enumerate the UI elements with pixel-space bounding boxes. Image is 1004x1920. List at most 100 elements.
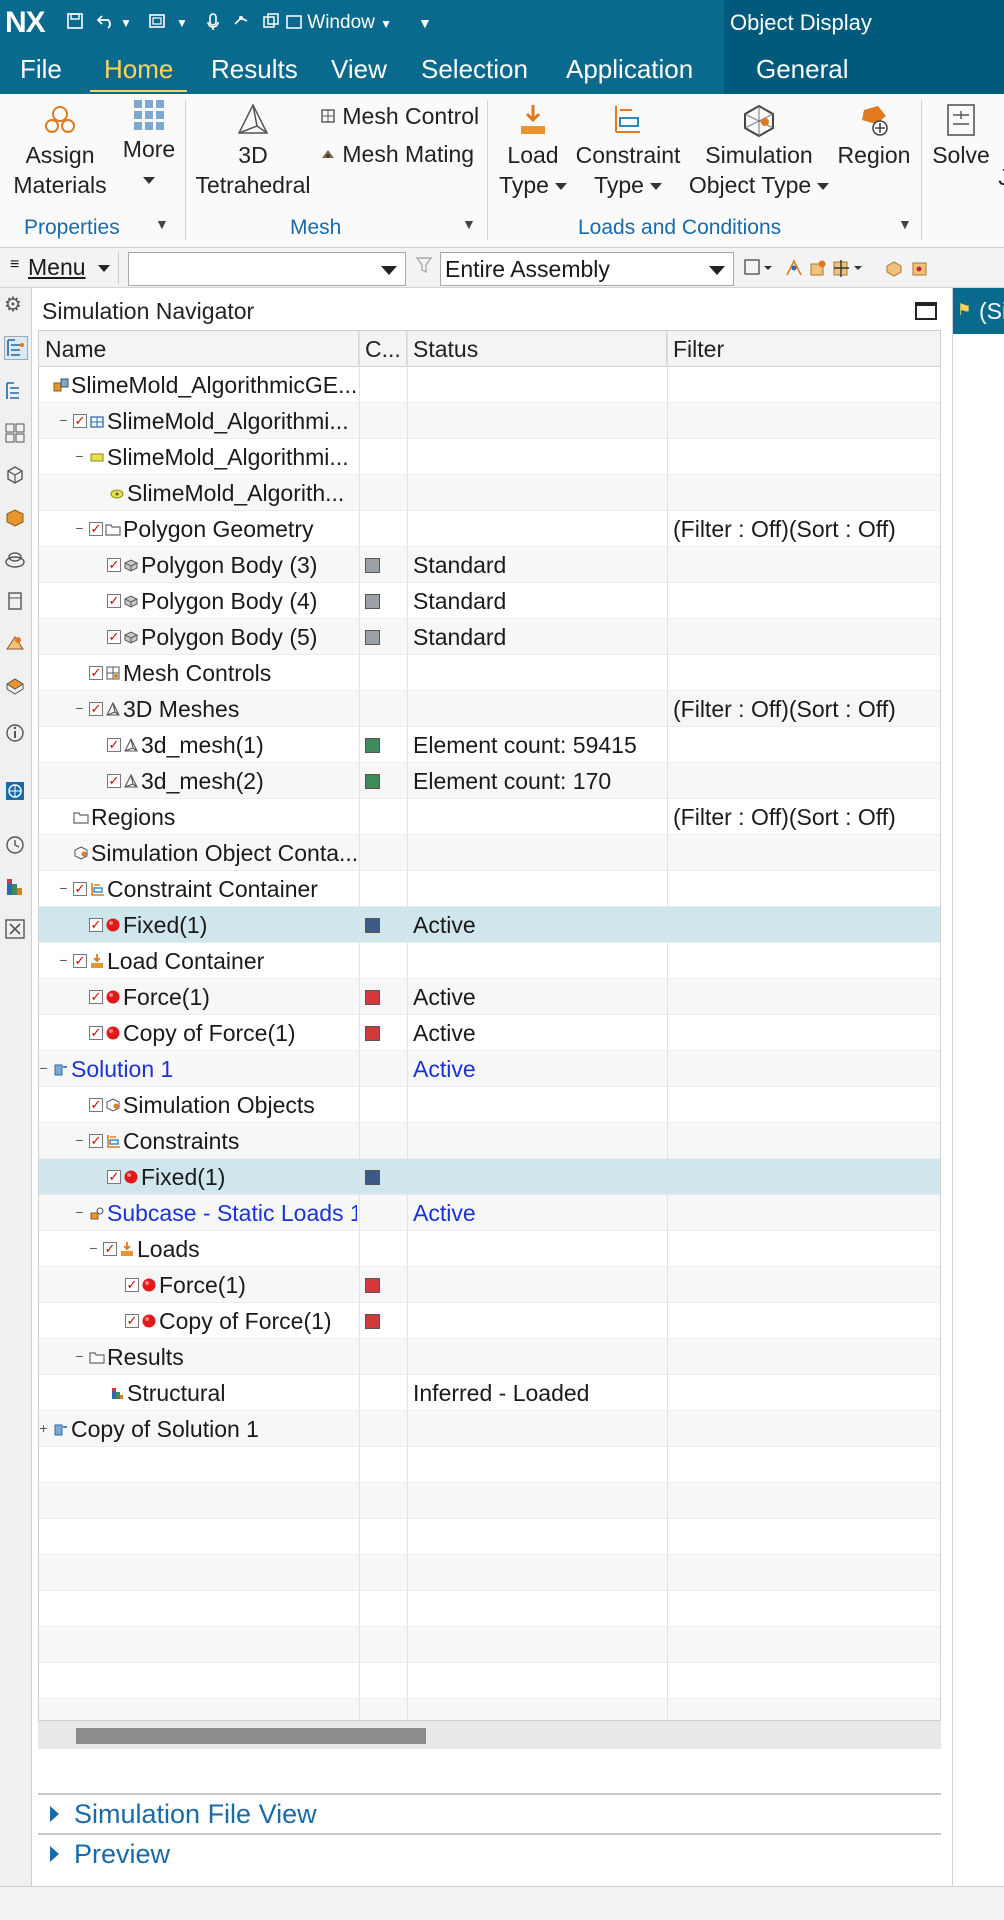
visibility-checkbox[interactable]: ✓	[89, 1026, 103, 1040]
display-color-swatch[interactable]	[365, 918, 380, 933]
tree-row-simulation-objects[interactable]: ✓ Simulation Objects	[39, 1087, 940, 1123]
tree-row-copy-of-solution-1[interactable]: + Copy of Solution 1	[39, 1411, 940, 1447]
display-color-swatch[interactable]	[365, 1314, 380, 1329]
display-color-swatch[interactable]	[365, 1278, 380, 1293]
tree-row-structural[interactable]: Structural Inferred - Loaded	[39, 1375, 940, 1411]
window-menu[interactable]: Window ▼	[286, 12, 392, 35]
resource-bar-settings-icon[interactable]: ⚙	[4, 292, 28, 316]
roles-icon[interactable]	[4, 918, 28, 942]
collapse-icon[interactable]: −	[73, 449, 86, 463]
display-color-swatch[interactable]	[365, 630, 380, 645]
graphics-tab-header[interactable]: ⚑ (Si	[953, 288, 1004, 334]
display-color-swatch[interactable]	[365, 1170, 380, 1185]
visibility-checkbox[interactable]: ✓	[73, 954, 87, 968]
mesh-control-button[interactable]: Mesh Control	[320, 102, 479, 130]
tab-selection[interactable]: Selection	[421, 54, 528, 84]
visibility-checkbox[interactable]: ✓	[107, 594, 121, 608]
region-button[interactable]: Region	[832, 102, 916, 170]
type-filter-combo[interactable]	[128, 252, 406, 286]
tree-row-force-1[interactable]: ✓ Force(1)	[39, 1267, 940, 1303]
tree-row-results[interactable]: − Results	[39, 1339, 940, 1375]
tab-results[interactable]: Results	[211, 54, 298, 84]
customize-quick-access-icon[interactable]: ▼	[418, 12, 432, 34]
display-color-swatch[interactable]	[365, 990, 380, 1005]
select-face-icon[interactable]	[832, 258, 864, 283]
collapse-icon[interactable]: −	[57, 881, 70, 895]
tree-row-constraints[interactable]: − ✓ Constraints	[39, 1123, 940, 1159]
loads-group-expand-icon[interactable]: ▼	[898, 216, 912, 232]
visibility-checkbox[interactable]: ✓	[89, 918, 103, 932]
visibility-checkbox[interactable]: ✓	[107, 558, 121, 572]
tree-row-constraint-container[interactable]: − ✓ Constraint Container	[39, 871, 940, 907]
display-color-swatch[interactable]	[365, 558, 380, 573]
touch-mode-icon[interactable]	[232, 12, 250, 36]
collapse-icon[interactable]: −	[73, 521, 86, 535]
visibility-checkbox[interactable]: ✓	[73, 414, 87, 428]
solve-button[interactable]: Solve J	[928, 102, 1004, 190]
column-header-color[interactable]: C...	[359, 331, 407, 367]
reuse-library-icon[interactable]	[4, 464, 28, 488]
tree-row-polygon-body-4[interactable]: ✓ Polygon Body (4) Standard	[39, 583, 940, 619]
column-header-status[interactable]: Status	[407, 331, 667, 367]
tab-application[interactable]: Application	[566, 54, 693, 84]
mesh-group-expand-icon[interactable]: ▼	[462, 216, 476, 232]
load-type-button[interactable]: Load Type	[492, 102, 574, 200]
simulation-file-view-section[interactable]: Simulation File View	[38, 1793, 941, 1831]
part-navigator-icon[interactable]	[4, 380, 28, 404]
display-color-swatch[interactable]	[365, 738, 380, 753]
tree-row-load-container[interactable]: − ✓ Load Container	[39, 943, 940, 979]
collapse-icon[interactable]: −	[73, 701, 86, 715]
tab-home[interactable]: Home	[89, 54, 188, 92]
visibility-checkbox[interactable]: ✓	[103, 1242, 117, 1256]
window-switch-icon[interactable]	[262, 12, 280, 36]
scrollbar-thumb[interactable]	[76, 1728, 426, 1744]
history-clock-icon[interactable]	[4, 834, 28, 858]
display-mode-icon[interactable]	[148, 12, 166, 36]
snap-settings-icon[interactable]	[910, 258, 930, 283]
display-dropdown-icon[interactable]: ▼	[176, 12, 188, 34]
tree-row-force-1[interactable]: ✓ Force(1) Active	[39, 979, 940, 1015]
visibility-checkbox[interactable]: ✓	[107, 1170, 121, 1184]
tree-row-fixed-1[interactable]: ✓ Fixed(1)	[39, 1159, 940, 1195]
collapse-icon[interactable]: −	[57, 953, 70, 967]
simulation-object-type-button[interactable]: Simulation Object Type	[684, 102, 834, 200]
system-materials-icon[interactable]	[4, 674, 28, 698]
tree-row-copy-of-force-1[interactable]: ✓ Copy of Force(1) Active	[39, 1015, 940, 1051]
collapse-icon[interactable]: −	[39, 1061, 50, 1075]
tree-row-slimemold-algorithmicge[interactable]: SlimeMold_AlgorithmicGE...	[39, 367, 940, 403]
graphics-window-tab[interactable]: ⚑ (Si	[952, 288, 1004, 1888]
post-processing-navigator-icon[interactable]	[4, 632, 28, 656]
tree-row-loads[interactable]: − ✓ Loads	[39, 1231, 940, 1267]
history-icon[interactable]	[4, 548, 28, 572]
tree-row-3d-mesh-2[interactable]: ✓ 3d_mesh(2) Element count: 170	[39, 763, 940, 799]
select-body-icon[interactable]	[808, 258, 828, 283]
visibility-checkbox[interactable]: ✓	[89, 522, 103, 536]
tree-row-fixed-1[interactable]: ✓ Fixed(1) Active	[39, 907, 940, 943]
microphone-icon[interactable]	[206, 12, 220, 38]
snap-point-icon[interactable]	[784, 258, 804, 283]
horizontal-scrollbar[interactable]	[38, 1721, 941, 1749]
tree-row-polygon-body-3[interactable]: ✓ Polygon Body (3) Standard	[39, 547, 940, 583]
visibility-checkbox[interactable]: ✓	[89, 702, 103, 716]
maximize-panel-icon[interactable]	[915, 302, 937, 320]
collapse-icon[interactable]: −	[73, 1133, 86, 1147]
tree-row-regions[interactable]: Regions (Filter : Off)(Sort : Off)	[39, 799, 940, 835]
material-library-icon[interactable]	[4, 506, 28, 530]
sensor-navigator-icon[interactable]	[4, 590, 28, 614]
info-window-icon[interactable]	[4, 722, 28, 746]
undo-icon[interactable]	[96, 12, 116, 36]
collapse-icon[interactable]: −	[73, 1349, 86, 1363]
visibility-checkbox[interactable]: ✓	[107, 630, 121, 644]
tree-row-3d-meshes[interactable]: − ✓ 3D Meshes (Filter : Off)(Sort : Off)	[39, 691, 940, 727]
color-palette-icon[interactable]	[4, 876, 28, 900]
visibility-checkbox[interactable]: ✓	[89, 666, 103, 680]
tetrahedral-mesh-button[interactable]: 3D Tetrahedral	[192, 102, 314, 200]
tree-row-copy-of-force-1[interactable]: ✓ Copy of Force(1)	[39, 1303, 940, 1339]
visibility-checkbox[interactable]: ✓	[125, 1314, 139, 1328]
collapse-icon[interactable]: −	[57, 413, 70, 427]
simulation-navigator-icon[interactable]	[4, 336, 28, 360]
visibility-checkbox[interactable]: ✓	[125, 1278, 139, 1292]
tree-row-slimemold-algorithmi[interactable]: − SlimeMold_Algorithmi...	[39, 439, 940, 475]
tree-row-simulation-object-conta[interactable]: Simulation Object Conta...	[39, 835, 940, 871]
visibility-checkbox[interactable]: ✓	[107, 738, 121, 752]
